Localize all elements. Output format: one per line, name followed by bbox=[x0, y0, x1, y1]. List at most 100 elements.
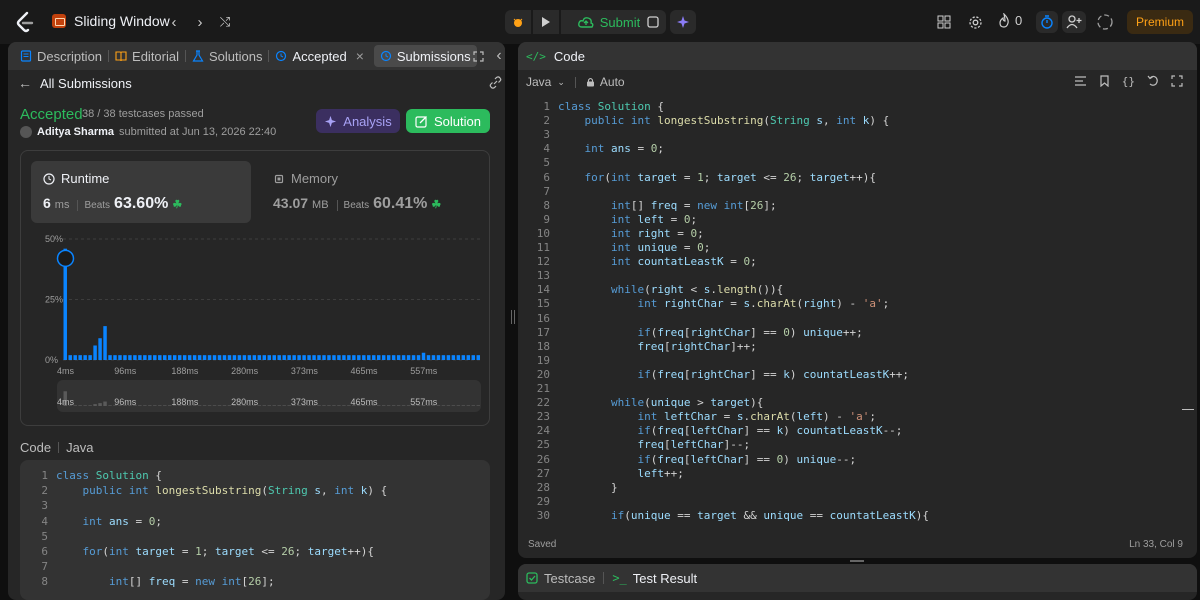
language-select[interactable]: Java ⌄ bbox=[526, 75, 565, 89]
runtime-distribution-chart[interactable]: 50%25%0%4ms 96ms 188ms 280ms 373ms 465ms 557ms… bbox=[21, 225, 491, 425]
tab-solutions[interactable]: Solutions bbox=[186, 42, 268, 70]
current-submission-marker bbox=[56, 249, 75, 268]
braces-icon[interactable]: {} bbox=[1122, 75, 1135, 88]
chart-bar bbox=[103, 326, 107, 360]
chart-bar bbox=[466, 355, 471, 360]
slider-tick-label: 96ms bbox=[114, 397, 137, 407]
chart-bar bbox=[143, 355, 147, 360]
code-line: 1 class Solution { bbox=[20, 468, 162, 483]
tab-description[interactable]: Description bbox=[14, 42, 108, 70]
tab-accepted-label: Accepted bbox=[292, 48, 347, 64]
code-line: 2 public int longestSubstring(String s, … bbox=[518, 114, 889, 128]
line-code: int countatLeastK = 0; bbox=[610, 255, 757, 269]
premium-button[interactable]: Premium bbox=[1127, 10, 1193, 34]
prev-problem-icon[interactable]: ‹ bbox=[164, 12, 184, 32]
all-submissions-link[interactable]: ← All Submissions bbox=[18, 75, 132, 91]
run-icon[interactable] bbox=[533, 10, 559, 34]
line-number: 1 bbox=[543, 100, 550, 113]
code-line: 6 for(int target = 1; target <= 26; targ… bbox=[20, 544, 374, 559]
fullscreen-icon[interactable] bbox=[1171, 75, 1183, 87]
save-status: Saved bbox=[528, 539, 557, 550]
code-line: 7 bbox=[518, 185, 558, 199]
chart-bar bbox=[446, 355, 451, 360]
mini-bar bbox=[342, 405, 346, 406]
line-number: 13 bbox=[536, 269, 550, 283]
runtime-value: 6 bbox=[43, 195, 51, 211]
memory-header: Memory bbox=[273, 171, 338, 186]
problem-list-button[interactable]: Sliding Window bbox=[52, 13, 170, 29]
lock-icon bbox=[586, 77, 594, 87]
tab-submissions[interactable]: Submissions bbox=[373, 45, 477, 67]
maximize-icon[interactable] bbox=[471, 49, 485, 63]
tab-testcase[interactable]: Testcase bbox=[526, 571, 595, 586]
ai-sparkle-icon[interactable] bbox=[670, 10, 696, 34]
line-number: 4 bbox=[41, 514, 48, 528]
format-lines-icon[interactable] bbox=[1074, 75, 1087, 87]
submitted-code-viewer[interactable]: 1 class Solution {2 public int longestSub… bbox=[20, 460, 490, 600]
analysis-button[interactable]: Analysis bbox=[316, 109, 400, 133]
mini-bar bbox=[138, 405, 142, 406]
streak-counter[interactable]: 0 bbox=[998, 13, 1022, 28]
flame-icon bbox=[999, 13, 1009, 28]
submission-panel: Description Editorial Solutions Accepted… bbox=[8, 42, 505, 600]
slider-tick-label: 280ms bbox=[231, 397, 259, 407]
code-editor[interactable]: 1 class Solution {2 public int longestSub… bbox=[518, 100, 1197, 526]
line-code: class Solution { bbox=[56, 469, 162, 482]
chart-bar bbox=[153, 355, 157, 360]
chart-bar bbox=[138, 355, 142, 360]
code-line: 8 int[] freq = new int[26]; bbox=[20, 574, 274, 589]
submit-label: Submit bbox=[599, 14, 641, 30]
y-tick-label: 25% bbox=[45, 295, 63, 305]
code-line: 5 bbox=[20, 529, 56, 544]
chevron-down-icon: ⌄ bbox=[557, 76, 565, 87]
line-code: int left = 0; bbox=[610, 212, 698, 226]
solution-label: Solution bbox=[434, 113, 481, 129]
code-line: 11 int unique = 0; bbox=[518, 241, 711, 255]
runtime-card[interactable]: Runtime 6 ms Beats 63.60% ☘ bbox=[31, 161, 251, 223]
add-friend-icon[interactable] bbox=[1062, 11, 1086, 33]
panel-resize-handle[interactable] bbox=[850, 560, 864, 562]
line-number: 2 bbox=[41, 484, 48, 498]
avatar[interactable] bbox=[20, 126, 32, 138]
bookmark-icon[interactable] bbox=[1099, 75, 1110, 87]
chart-bar bbox=[292, 355, 296, 360]
line-number: 8 bbox=[543, 198, 550, 212]
testcases-passed: 38 / 38 testcases passed bbox=[82, 108, 204, 120]
settings-gear-icon[interactable] bbox=[966, 13, 984, 31]
chart-bar bbox=[177, 355, 182, 360]
tab-accepted[interactable]: Accepted × bbox=[269, 42, 369, 70]
leetcode-logo-icon[interactable] bbox=[14, 11, 36, 33]
layout-grid-icon[interactable] bbox=[935, 13, 953, 31]
solution-button[interactable]: Solution bbox=[406, 109, 490, 133]
memory-card[interactable]: Memory 43.07 MB Beats 60.41% ☘ bbox=[261, 161, 481, 223]
line-number: 22 bbox=[536, 396, 550, 410]
close-tab-icon[interactable]: × bbox=[352, 48, 364, 64]
line-code: if(freq[leftChar] == k) countatLeastK--; bbox=[637, 424, 903, 438]
timer-icon[interactable] bbox=[1036, 11, 1058, 33]
chart-bar bbox=[207, 355, 212, 360]
debug-icon[interactable] bbox=[505, 10, 531, 34]
shuffle-icon[interactable]: ⤭ bbox=[215, 12, 235, 32]
user-name[interactable]: Aditya Sharma bbox=[37, 126, 114, 138]
beats-leaf-icon: ☘ bbox=[172, 199, 183, 211]
line-number: 30 bbox=[536, 508, 550, 522]
auto-mode-toggle[interactable]: Auto bbox=[586, 75, 625, 89]
collapse-panel-icon[interactable]: ‹ bbox=[492, 47, 505, 64]
line-number: 21 bbox=[536, 382, 550, 395]
tab-editorial[interactable]: Editorial bbox=[109, 42, 185, 70]
chart-bar bbox=[88, 355, 92, 360]
code-line: 16 bbox=[518, 312, 558, 326]
next-problem-icon[interactable]: › bbox=[190, 12, 210, 32]
scroll-marker bbox=[1182, 409, 1194, 410]
share-link-icon[interactable] bbox=[488, 75, 502, 89]
notes-icon[interactable] bbox=[640, 10, 666, 34]
reset-icon[interactable] bbox=[1147, 75, 1159, 87]
line-code: freq[rightChar]++; bbox=[637, 339, 757, 353]
tab-test-result[interactable]: >_ Test Result bbox=[612, 571, 697, 586]
chart-bar bbox=[202, 355, 207, 360]
panel-resize-handle[interactable] bbox=[511, 310, 515, 324]
avatar[interactable] bbox=[1095, 12, 1115, 32]
mini-bar bbox=[386, 405, 391, 406]
chart-bar bbox=[242, 355, 247, 360]
line-code: int ans = 0; bbox=[82, 514, 163, 528]
